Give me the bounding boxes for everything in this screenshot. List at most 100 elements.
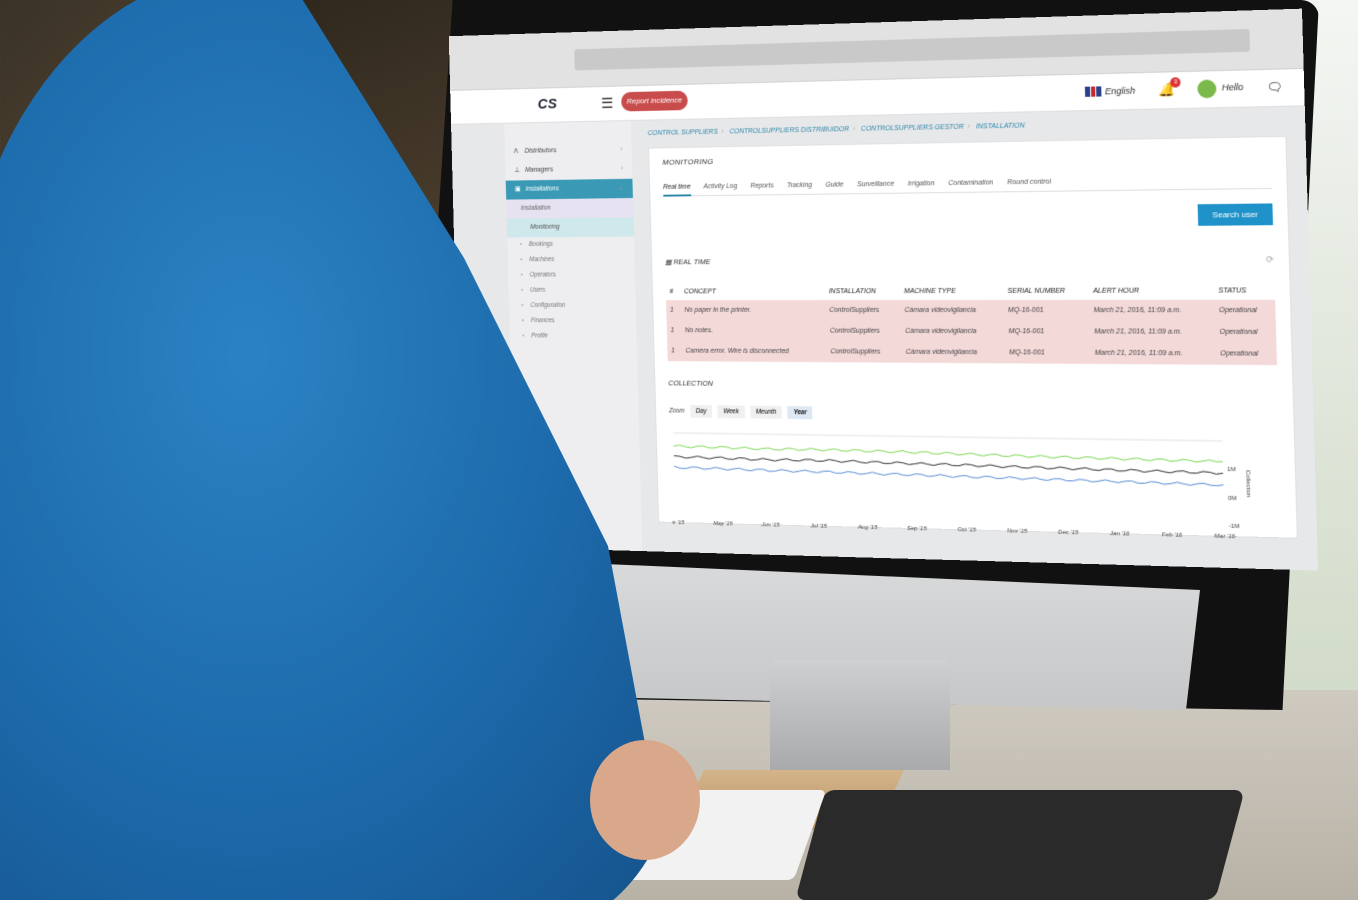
sidebar-item-managers[interactable]: ⊥ Managers › (505, 159, 632, 180)
table-cell: MQ-16-001 (1004, 321, 1091, 343)
table-cell: No notes. (680, 320, 827, 342)
tab-guide[interactable]: Guide (825, 182, 843, 189)
screen: CS ☰ Report incidence English 🔔 3 Hello 🗨… (448, 8, 1319, 571)
sidebar-item-label: Managers (525, 166, 554, 174)
table-row[interactable]: 1 No paper in the printer. ControlSuppli… (666, 299, 1276, 322)
collection-chart: Apr '15 May '15 Jun '15 Jul '15 Aug '15 Sep '… (669, 425, 1281, 540)
column-header[interactable]: INSTALLATION (825, 283, 901, 300)
table-cell: Operational (1214, 299, 1276, 322)
collection-title: COLLECTION (668, 378, 714, 388)
menu-icon[interactable]: ☰ (601, 94, 614, 112)
table-cell: Cámara videovigilancia (901, 341, 1006, 364)
sidebar-item-profile[interactable]: Profile (510, 329, 637, 345)
sidebar-item-distributors[interactable]: Λ Distributors › (505, 140, 632, 161)
realtime-title-label: REAL TIME (673, 257, 711, 267)
tablet-device (795, 790, 1245, 900)
sidebar-item-finances[interactable]: Finances (509, 314, 636, 330)
zoom-day-button[interactable]: Day (689, 404, 713, 418)
tabs: Real time Activity Log Reports Tracking … (662, 175, 1272, 197)
column-header[interactable]: SERIAL NUMBER (1003, 283, 1089, 300)
app-logo[interactable]: CS (538, 96, 558, 113)
page-title: MONITORING (662, 157, 714, 167)
monitoring-card: MONITORING Real time Activity Log Report… (648, 135, 1298, 540)
tab-contamination[interactable]: Contamination (948, 179, 993, 187)
sidebar-item-installation[interactable]: Installation (506, 198, 634, 219)
table-row[interactable]: 1 Camera error. Wire is disconnected Con… (667, 340, 1277, 366)
zoom-year-button[interactable]: Year (787, 406, 813, 420)
breadcrumb-item[interactable]: CONTROLSUPPLIERS DISTRIBUIDOR (729, 126, 849, 135)
tab-tracking[interactable]: Tracking (787, 182, 812, 189)
tab-real-time[interactable]: Real time (662, 183, 691, 197)
language-selector[interactable]: English (1084, 85, 1135, 98)
table-row[interactable]: 1 No notes. ControlSuppliers Cámara vide… (666, 320, 1277, 344)
table-cell: MQ-16-001 (1003, 299, 1090, 322)
column-header[interactable]: # (666, 284, 681, 300)
user-menu[interactable]: Hello (1197, 79, 1244, 99)
table-cell: Cámara videovigilancia (901, 320, 1005, 343)
zoom-label: Zoom (668, 407, 685, 415)
table-header-row: # CONCEPT INSTALLATION MACHINE TYPE SERI… (666, 282, 1275, 300)
sidebar-item-bookings[interactable]: Bookings (507, 237, 634, 253)
chevron-right-icon: › (620, 165, 624, 173)
sidebar-item-machines[interactable]: Machines (508, 252, 635, 268)
sidebar-item-installations[interactable]: ▣ Installations ⌄ (505, 178, 633, 200)
chart-y-tick-label: 1M (1227, 467, 1236, 474)
chart-x-tick-label: Dec '15 (1058, 530, 1079, 537)
table-cell: No paper in the printer. (680, 300, 826, 321)
column-header[interactable]: STATUS (1214, 282, 1275, 300)
monitor-stand (770, 660, 950, 770)
tab-irrigation[interactable]: Irrigation (908, 180, 935, 187)
table-cell: Cámara videovigilancia (900, 299, 1005, 322)
column-header[interactable]: MACHINE TYPE (900, 283, 1004, 300)
tab-round-control[interactable]: Round control (1007, 179, 1051, 187)
refresh-icon[interactable]: ⟳ (1266, 254, 1274, 265)
sidebar-item-label: Installations (525, 185, 559, 193)
installations-icon: ▣ (514, 186, 521, 193)
chart-x-tick-label: Jun '15 (761, 522, 781, 529)
chart-x-tick-label: May '15 (713, 521, 733, 528)
sidebar-item-users[interactable]: Users (508, 283, 635, 299)
zoom-month-button[interactable]: Meunth (749, 405, 783, 419)
chart-y-tick-label: -1M (1229, 523, 1240, 530)
table-cell: Operational (1215, 321, 1277, 344)
tab-activity-log[interactable]: Activity Log (704, 183, 738, 190)
tab-reports[interactable]: Reports (750, 183, 773, 190)
sidebar-item-configuration[interactable]: Configuration (509, 298, 636, 313)
url-bar[interactable] (574, 28, 1251, 71)
chart-x-tick-label: Feb '16 (1162, 532, 1184, 539)
flag-icon (1084, 86, 1102, 98)
zoom-controls: Zoom Day Week Meunth Year (668, 404, 1279, 426)
table-cell: 1 (666, 320, 682, 341)
chart-x-tick-label: Aug '15 (857, 524, 878, 531)
sidebar-item-monitoring[interactable]: Monitoring (506, 217, 634, 238)
zoom-week-button[interactable]: Week (717, 405, 745, 419)
notifications-bell-icon[interactable]: 🔔 3 (1158, 77, 1181, 98)
avatar (1197, 79, 1217, 99)
breadcrumb-item[interactable]: CONTROL SUPPLIERS (648, 129, 718, 137)
column-header[interactable]: ALERT HOUR (1089, 282, 1215, 300)
report-incidence-button[interactable]: Report incidence (620, 90, 688, 112)
chart-x-tick-label: Sep '15 (907, 526, 928, 533)
search-user-button[interactable]: Search user (1197, 203, 1273, 226)
distributors-icon: Λ (513, 148, 519, 155)
breadcrumb-item[interactable]: INSTALLATION (976, 122, 1025, 130)
column-header[interactable]: CONCEPT (680, 283, 825, 300)
table-cell: 1 (666, 300, 681, 321)
main-content: CONTROL SUPPLIERS › CONTROLSUPPLIERS DIST… (631, 106, 1318, 570)
sidebar-item-operators[interactable]: Operators (508, 267, 635, 283)
chart-x-tick-label: Jan '16 (1109, 531, 1131, 538)
chart-x-tick-label: Jul '15 (810, 523, 828, 530)
tab-surveillance[interactable]: Surveillance (857, 181, 894, 188)
chart-y-axis-label: Collection (1244, 470, 1251, 497)
table-cell: Operational (1215, 343, 1277, 366)
table-cell: March 21, 2016, 11:09 a.m. (1089, 321, 1216, 344)
chart-x-tick-label: Mar '16 (1214, 533, 1236, 540)
table-cell: Camera error. Wire is disconnected (681, 340, 827, 363)
table-cell: March 21, 2016, 11:09 a.m. (1089, 299, 1216, 322)
chart-series-line (674, 466, 1223, 486)
chat-icon[interactable]: 🗨 (1266, 80, 1283, 95)
realtime-section-title: ▦ REAL TIME (665, 257, 711, 268)
chevron-right-icon: › (620, 146, 623, 153)
chart-y-tick-label: 0M (1228, 495, 1237, 502)
breadcrumb-item[interactable]: CONTROLSUPPLIERS GESTOR (861, 124, 964, 133)
